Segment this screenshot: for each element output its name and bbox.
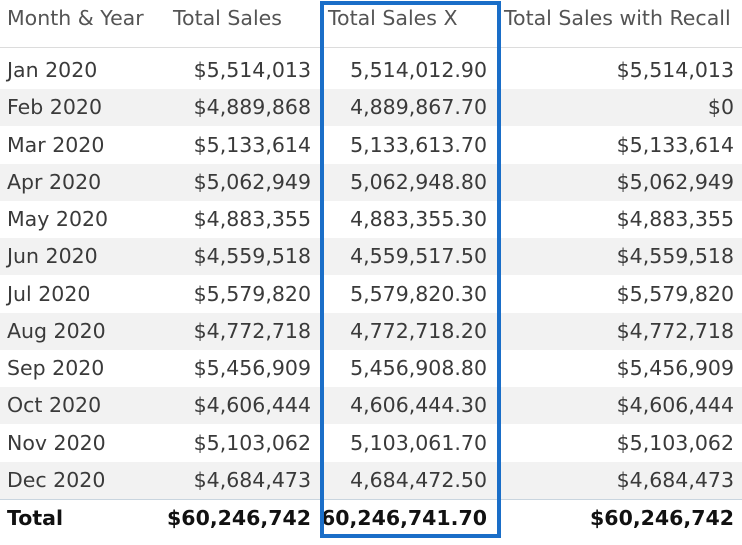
- cell-month-year: Sep 2020: [7, 356, 105, 380]
- cell-total-sales-recall: $5,579,820: [616, 281, 734, 306]
- cell-total-sales-x: 4,772,718.20: [350, 318, 487, 343]
- cell-total-sales-x: 5,133,613.70: [350, 132, 487, 157]
- table-row[interactable]: Jan 2020 $5,514,013 5,514,012.90 $5,514,013: [0, 52, 742, 89]
- table-row[interactable]: Jul 2020 $5,579,820 5,579,820.30 $5,579,820: [0, 276, 742, 313]
- cell-total-sales-x: 4,883,355.30: [350, 207, 487, 231]
- cell-total-sales-recall: $4,772,718: [616, 318, 734, 343]
- column-header-total-sales-with-recall[interactable]: Total Sales with Recall: [504, 0, 731, 40]
- total-sales-x-value: 60,246,741.70: [320, 506, 487, 530]
- cell-total-sales: $5,103,062: [193, 430, 311, 455]
- cell-total-sales-recall: $4,883,355: [616, 207, 734, 231]
- table-row[interactable]: Nov 2020 $5,103,062 5,103,061.70 $5,103,062: [0, 425, 742, 462]
- cell-total-sales: $5,514,013: [193, 58, 311, 82]
- cell-total-sales: $4,772,718: [193, 318, 311, 343]
- cell-total-sales-recall: $5,133,614: [616, 132, 734, 157]
- cell-month-year: May 2020: [7, 207, 109, 231]
- total-sales-value: $60,246,742: [167, 506, 311, 530]
- cell-total-sales-recall: $5,514,013: [616, 58, 734, 82]
- column-header-month-year[interactable]: Month & Year: [7, 0, 144, 40]
- table-row[interactable]: Oct 2020 $4,606,444 4,606,444.30 $4,606,444: [0, 387, 742, 425]
- cell-total-sales: $5,579,820: [193, 281, 311, 306]
- table-row[interactable]: Apr 2020 $5,062,949 5,062,948.80 $5,062,949: [0, 163, 742, 201]
- total-sales-recall-value: $60,246,742: [590, 506, 734, 530]
- cell-month-year: Feb 2020: [7, 95, 102, 120]
- cell-month-year: Jun 2020: [7, 244, 98, 269]
- table-row[interactable]: May 2020 $4,883,355 4,883,355.30 $4,883,355: [0, 201, 742, 238]
- cell-total-sales-x: 4,684,472.50: [350, 467, 487, 492]
- cell-total-sales-x: 5,456,908.80: [350, 356, 487, 380]
- cell-month-year: Aug 2020: [7, 318, 106, 343]
- cell-month-year: Apr 2020: [7, 169, 102, 194]
- table-total-row: Total $60,246,742 60,246,741.70 $60,246,…: [0, 499, 742, 539]
- cell-total-sales: $4,606,444: [193, 393, 311, 418]
- cell-total-sales: $5,456,909: [193, 356, 311, 380]
- cell-total-sales-recall: $4,606,444: [616, 393, 734, 418]
- cell-total-sales-x: 5,103,061.70: [350, 430, 487, 455]
- cell-total-sales-recall: $0: [707, 95, 734, 120]
- cell-total-sales: $4,889,868: [193, 95, 311, 120]
- table-row[interactable]: Sep 2020 $5,456,909 5,456,908.80 $5,456,909: [0, 350, 742, 387]
- cell-total-sales-recall: $5,062,949: [616, 169, 734, 194]
- cell-total-sales: $5,133,614: [193, 132, 311, 157]
- table-row[interactable]: Jun 2020 $4,559,518 4,559,517.50 $4,559,518: [0, 238, 742, 276]
- cell-total-sales: $4,684,473: [193, 467, 311, 492]
- cell-total-sales: $5,062,949: [193, 169, 311, 194]
- table-row[interactable]: Aug 2020 $4,772,718 4,772,718.20 $4,772,718: [0, 312, 742, 350]
- cell-total-sales-recall: $4,559,518: [616, 244, 734, 269]
- cell-month-year: Nov 2020: [7, 430, 106, 455]
- cell-total-sales-x: 5,579,820.30: [350, 281, 487, 306]
- cell-total-sales: $4,559,518: [193, 244, 311, 269]
- cell-total-sales-recall: $5,456,909: [616, 356, 734, 380]
- cell-month-year: Jul 2020: [7, 281, 91, 306]
- cell-total-sales-x: 5,062,948.80: [350, 169, 487, 194]
- table-row[interactable]: Dec 2020 $4,684,473 4,684,472.50 $4,684,473: [0, 461, 742, 499]
- column-header-total-sales[interactable]: Total Sales: [173, 0, 282, 40]
- cell-month-year: Dec 2020: [7, 467, 106, 492]
- table-row[interactable]: Mar 2020 $5,133,614 5,133,613.70 $5,133,614: [0, 127, 742, 164]
- table-header: Month & Year Total Sales Total Sales X T…: [0, 0, 742, 48]
- cell-total-sales-x: 4,889,867.70: [350, 95, 487, 120]
- cell-total-sales: $4,883,355: [193, 207, 311, 231]
- cell-total-sales-x: 5,514,012.90: [350, 58, 487, 82]
- cell-total-sales-recall: $4,684,473: [616, 467, 734, 492]
- table-row[interactable]: Feb 2020 $4,889,868 4,889,867.70 $0: [0, 89, 742, 127]
- cell-total-sales-x: 4,606,444.30: [350, 393, 487, 418]
- cell-month-year: Mar 2020: [7, 132, 105, 157]
- cell-total-sales-recall: $5,103,062: [616, 430, 734, 455]
- cell-month-year: Oct 2020: [7, 393, 102, 418]
- sales-matrix-table: Month & Year Total Sales Total Sales X T…: [0, 0, 742, 545]
- cell-month-year: Jan 2020: [7, 58, 98, 82]
- column-header-total-sales-x[interactable]: Total Sales X: [328, 0, 458, 40]
- cell-total-sales-x: 4,559,517.50: [350, 244, 487, 269]
- total-label: Total: [7, 506, 64, 530]
